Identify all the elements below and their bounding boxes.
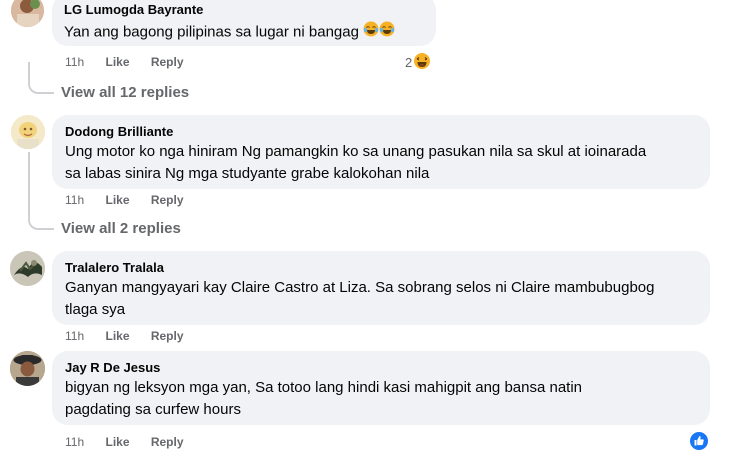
commenter-name[interactable]: Tralalero Tralala	[65, 260, 164, 275]
like-button[interactable]: Like	[105, 435, 129, 449]
reply-button[interactable]: Reply	[151, 329, 184, 343]
like-button[interactable]: Like	[105, 193, 129, 207]
like-button[interactable]: Like	[105, 329, 129, 343]
like-button[interactable]: Like	[105, 55, 129, 69]
comment-text-line: pagdating sa curfew hours	[65, 401, 241, 418]
comment-text-line: Ung motor ko nga hiniram Ng pamangkin ko…	[65, 143, 647, 160]
comment-timestamp[interactable]: 11h	[65, 55, 84, 69]
view-replies-link[interactable]: View all 2 replies	[61, 220, 181, 237]
comment-text-line: sa labas sinira Ng mga studyante grabe k…	[65, 165, 430, 182]
commenter-name[interactable]: Dodong Brilliante	[65, 124, 173, 139]
avatar[interactable]	[11, 115, 45, 149]
reply-button[interactable]: Reply	[151, 435, 184, 449]
reply-thread-connector	[28, 200, 54, 230]
comment-actions: 11h Like Reply	[65, 435, 184, 449]
comment-actions: 11h Like Reply	[65, 329, 184, 343]
profile-photo-icon	[11, 115, 45, 149]
reaction-count: 2	[405, 55, 413, 70]
comment-actions: 11h Like Reply	[65, 55, 184, 69]
commenter-name[interactable]: Jay R De Jesus	[65, 360, 160, 375]
reply-thread-connector	[28, 62, 54, 94]
like-reaction-icon[interactable]	[689, 431, 709, 451]
comment-timestamp[interactable]: 11h	[65, 193, 84, 207]
comment-text-line: tlaga sya	[65, 301, 126, 318]
reaction-summary[interactable]: 2	[405, 52, 432, 73]
avatar[interactable]	[10, 251, 45, 286]
profile-photo-icon	[11, 0, 44, 27]
profile-photo-icon	[10, 251, 45, 286]
comment-timestamp[interactable]: 11h	[65, 435, 84, 449]
avatar[interactable]	[11, 0, 44, 27]
laughing-tears-emoji	[379, 21, 395, 44]
comment-text-line: bigyan ng leksyon mga yan, Sa totoo lang…	[65, 379, 583, 396]
profile-photo-icon	[10, 351, 45, 386]
avatar[interactable]	[10, 351, 45, 386]
reply-button[interactable]: Reply	[151, 193, 184, 207]
haha-reaction-icon	[413, 52, 432, 73]
comment-text-line: Yan ang bagong pilipinas sa lugar ni ban…	[64, 23, 359, 41]
laughing-tears-emoji	[363, 21, 379, 44]
commenter-name[interactable]: LG Lumogda Bayrante	[64, 2, 203, 17]
comment-timestamp[interactable]: 11h	[65, 329, 84, 343]
comment-actions: 11h Like Reply	[65, 193, 184, 207]
reply-button[interactable]: Reply	[151, 55, 184, 69]
view-replies-link[interactable]: View all 12 replies	[61, 84, 189, 101]
comment-text: Yan ang bagong pilipinas sa lugar ni ban…	[64, 21, 395, 44]
comment-text-line: Ganyan mangyayari kay Claire Castro at L…	[65, 279, 655, 296]
